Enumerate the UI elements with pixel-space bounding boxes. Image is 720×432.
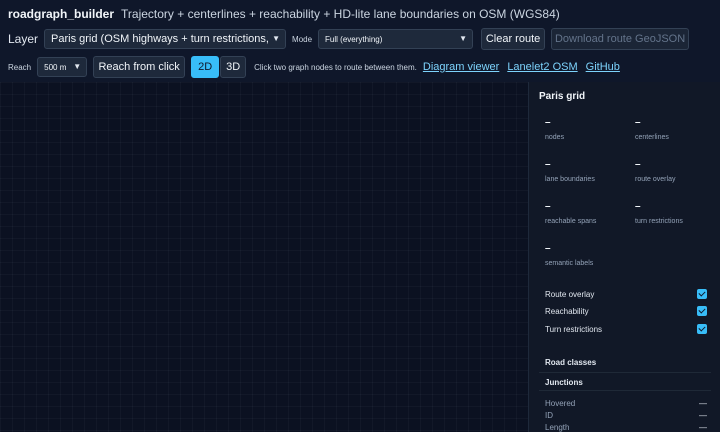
road-classes-heading: Road classes: [545, 358, 597, 367]
detail-key: Hovered: [545, 399, 576, 408]
detail-value: —: [699, 423, 707, 432]
detail-key: ID: [545, 411, 553, 420]
chevron-down-icon: ▼: [73, 62, 82, 71]
toggle-label: Route overlay: [545, 289, 595, 299]
app-tagline: Trajectory + centerlines + reachability …: [121, 7, 560, 21]
reach-label: Reach: [8, 62, 32, 72]
divider: [539, 372, 711, 373]
stat-label: route overlay: [635, 176, 676, 183]
toolbar-row-2: Reach 500 m ▼ Reach from click 2D 3D Cli…: [8, 55, 628, 79]
download-route-button[interactable]: Download route GeoJSON: [551, 28, 690, 50]
app-title: roadgraph_builder: [8, 7, 115, 21]
stat-value: –: [545, 117, 551, 128]
stat-value: –: [635, 117, 641, 128]
stat-turn-restrictions: – turn restrictions: [635, 201, 720, 226]
stat-semantic-labels: – semantic labels: [545, 243, 633, 268]
detail-id: ID —: [545, 411, 707, 420]
detail-value: —: [699, 399, 707, 408]
checkbox-checked-icon[interactable]: [697, 289, 707, 299]
layer-label: Layer: [8, 32, 39, 46]
junctions-heading: Junctions: [545, 378, 583, 387]
diagram-viewer-link[interactable]: Diagram viewer: [423, 61, 499, 73]
stat-label: semantic labels: [545, 260, 594, 267]
stat-reachable-spans: – reachable spans: [545, 201, 633, 226]
chevron-down-icon: ▼: [459, 34, 468, 43]
toolbar-row-1: Layer Paris grid (OSM highways + turn re…: [8, 27, 690, 51]
stat-route-overlay: – route overlay: [635, 159, 720, 184]
reach-select-value: 500 m: [44, 62, 67, 72]
checkbox-checked-icon[interactable]: [697, 306, 707, 316]
divider: [539, 390, 711, 391]
detail-key: Length: [545, 423, 570, 432]
view-3d-button[interactable]: 3D: [220, 56, 247, 78]
lanelet2-osm-link[interactable]: Lanelet2 OSM: [507, 61, 577, 73]
route-hint: Click two graph nodes to route between t…: [254, 62, 417, 72]
reach-from-click-button[interactable]: Reach from click: [93, 56, 186, 78]
map-canvas[interactable]: [0, 82, 528, 432]
stat-centerlines: – centerlines: [635, 117, 720, 142]
stat-label: lane boundaries: [545, 176, 595, 183]
info-panel: Paris grid – nodes – centerlines – lane …: [528, 82, 720, 432]
header: roadgraph_builder Trajectory + centerlin…: [8, 7, 560, 23]
stat-label: reachable spans: [545, 218, 597, 225]
stat-value: –: [635, 159, 641, 170]
stat-value: –: [545, 243, 551, 254]
mode-select-value: Full (everything): [325, 34, 383, 44]
clear-route-button[interactable]: Clear route: [481, 28, 546, 50]
stat-nodes: – nodes: [545, 117, 633, 142]
panel-title: Paris grid: [539, 91, 586, 102]
stat-label: turn restrictions: [635, 218, 683, 225]
stat-label: nodes: [545, 134, 565, 141]
detail-value: —: [699, 411, 707, 420]
github-link[interactable]: GitHub: [586, 61, 620, 73]
checkbox-checked-icon[interactable]: [697, 324, 707, 334]
toggle-route-overlay[interactable]: Route overlay: [545, 287, 707, 301]
stat-value: –: [545, 201, 551, 212]
toggle-turn-restrictions[interactable]: Turn restrictions: [545, 322, 707, 336]
toggle-label: Reachability: [545, 306, 589, 316]
stat-value: –: [545, 159, 551, 170]
stat-lane-boundaries: – lane boundaries: [545, 159, 633, 184]
detail-length: Length —: [545, 423, 707, 432]
stat-value: –: [635, 201, 641, 212]
stat-label: centerlines: [635, 134, 669, 141]
mode-label: Mode: [292, 34, 313, 44]
layer-select-value: Paris grid (OSM highways + turn restrict…: [51, 33, 269, 45]
detail-hovered: Hovered —: [545, 399, 707, 408]
layer-select[interactable]: Paris grid (OSM highways + turn restrict…: [44, 29, 287, 49]
chevron-down-icon: ▼: [272, 34, 281, 43]
top-bar: roadgraph_builder Trajectory + centerlin…: [0, 0, 720, 82]
toggle-label: Turn restrictions: [545, 324, 603, 334]
view-2d-button[interactable]: 2D: [191, 56, 220, 78]
mode-select[interactable]: Full (everything) ▼: [318, 29, 474, 49]
reach-select[interactable]: 500 m ▼: [37, 57, 88, 77]
toggle-reachability[interactable]: Reachability: [545, 304, 707, 318]
